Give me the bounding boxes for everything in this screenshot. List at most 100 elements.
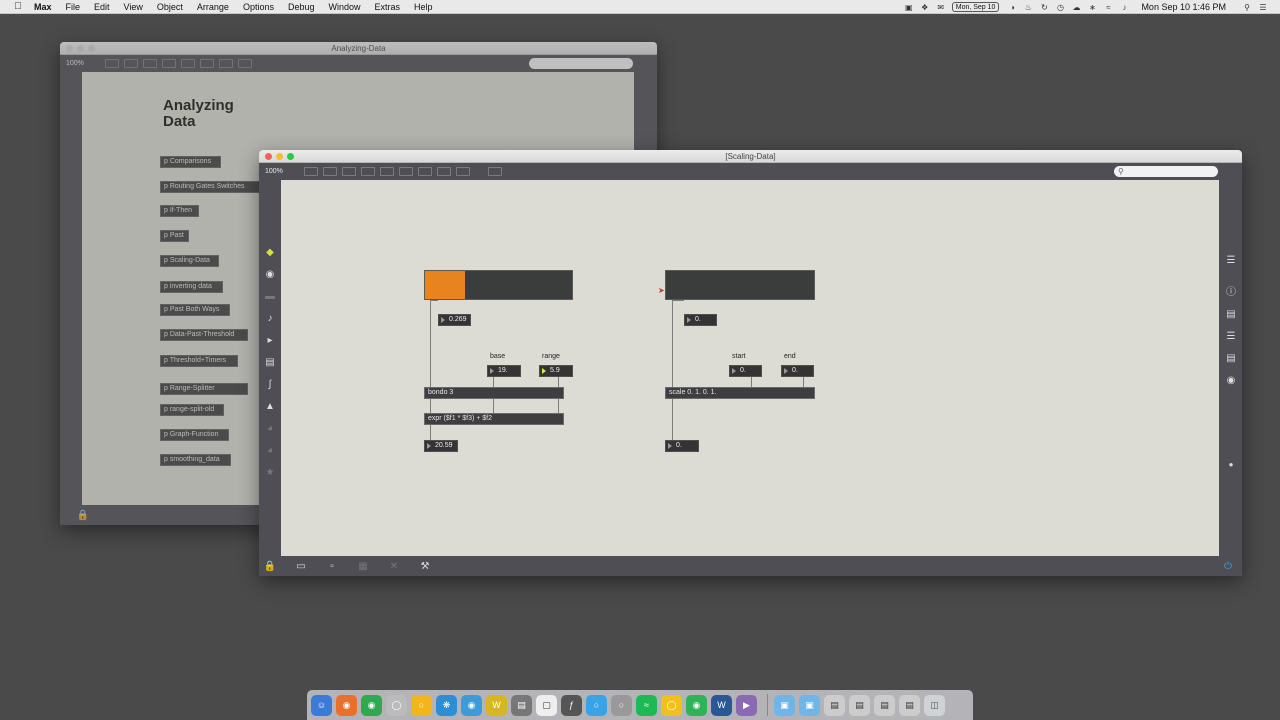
lock-icon[interactable]: 🔒 [75,510,91,521]
volume-icon[interactable]: ♪ [1117,3,1131,12]
front-titlebar[interactable]: [Scaling-Data] [259,150,1242,163]
front-search-input[interactable]: ⚲ [1114,166,1218,177]
gear-icon[interactable] [437,167,451,176]
number-box-end[interactable]: 0. [781,365,814,377]
wifi-icon[interactable]: ≈ [1101,3,1115,12]
grid-icon[interactable]: ▦ [355,561,371,572]
grid-icon[interactable] [380,167,394,176]
presentation-icon[interactable] [105,59,119,68]
paint-bucket-icon[interactable] [488,167,502,176]
safari-icon[interactable]: ❋ [436,694,457,716]
back-titlebar[interactable]: Analyzing-Data [60,42,657,55]
debug-icon[interactable]: ✕ [386,561,402,572]
spotlight-search-icon[interactable]: ⚲ [1240,3,1254,12]
app-menu[interactable]: Max [34,2,52,12]
menu-help[interactable]: Help [414,2,433,12]
target-icon[interactable]: ◉ [259,264,281,286]
chat-icon[interactable]: ▫ [324,561,340,572]
object-expr[interactable]: expr ($f1 * $f3) + $f2 [424,413,564,425]
subpatcher-past-both-ways[interactable]: p Past Both Ways [160,304,230,316]
subpatcher-graph-function[interactable]: p Graph-Function [160,429,229,441]
presentation-mode-icon[interactable]: ▭ [293,561,309,572]
window-preview-icon[interactable]: ▤ [899,694,920,716]
v-icon[interactable]: ◕ [259,418,281,440]
bluetooth-icon[interactable]: ∗ [1085,3,1099,12]
lock-icon[interactable]: 🔒 [262,561,278,572]
wrench-icon[interactable]: ⚒ [417,561,433,572]
scaling-data-window[interactable]: [Scaling-Data] 100% ⚲ ◆ ◉ ▬ ♪ ▸ ▤ ∫ ▲ ◕ … [259,150,1242,576]
menu-arrange[interactable]: Arrange [197,2,229,12]
close-object-icon[interactable] [361,167,375,176]
subpatcher-if-then[interactable]: p If-Then [160,205,199,217]
menu-options[interactable]: Options [243,2,274,12]
input-slider-right[interactable] [665,270,815,300]
subpatcher-threshold-timers[interactable]: p Threshold+Timers [160,355,238,367]
menu-extras[interactable]: Extras [375,2,401,12]
media-icon[interactable]: ▸ [259,330,281,352]
time-machine-icon[interactable]: ◷ [1053,3,1067,12]
lines-icon[interactable]: ☰ [1220,326,1242,348]
dropbox-icon[interactable]: ❖ [918,3,932,12]
back-zoom-menu[interactable]: 100% [66,60,100,67]
slider-icon[interactable]: ▬ [259,286,281,308]
power-icon[interactable]: ⏻ [1220,561,1236,572]
number-box-start[interactable]: 0. [729,365,762,377]
info-icon[interactable]: ⓘ [1220,282,1242,304]
subpatcher-routing-gates-switches[interactable]: p Routing Gates Switches [160,181,261,193]
chat-app-icon[interactable]: ○ [611,694,632,716]
menu-view[interactable]: View [124,2,143,12]
align-icon[interactable] [200,59,214,68]
subpatcher-smoothing-data[interactable]: p smoothing_data [160,454,231,466]
downloads-folder-icon[interactable]: ▣ [774,694,795,716]
firefox-icon[interactable]: ◉ [336,694,357,716]
music-note-icon[interactable]: ♪ [259,308,281,330]
number-box-output-right[interactable]: 0. [665,440,699,452]
folder-icon[interactable]: ▣ [799,694,820,716]
word-icon[interactable]: W [711,694,732,716]
menu-window[interactable]: Window [329,2,361,12]
front-zoom-menu[interactable]: 100% [265,168,299,175]
menu-file[interactable]: File [66,2,81,12]
notification-center-icon[interactable]: ☰ [1256,3,1270,12]
lightbulb-icon[interactable]: ◯ [661,694,682,716]
half-circle-icon[interactable]: ◑ [1005,3,1019,12]
subpatcher-inverting-data[interactable]: p inverting data [160,281,223,293]
patcher-canvas[interactable]: 0.269 base range 19. 5.9 bondo 3 expr ($… [281,180,1219,556]
input-slider-left[interactable] [424,270,573,300]
subpatcher-past[interactable]: p Past [160,230,189,242]
comment-icon[interactable] [143,59,157,68]
finder-icon[interactable]: ☺ [311,694,332,716]
subpatcher-data-past-threshold[interactable]: p Data-Past-Threshold [160,329,248,341]
snap-icon[interactable] [418,167,432,176]
gear-icon[interactable] [219,59,233,68]
opera-icon[interactable]: ◯ [386,694,407,716]
back-search-input[interactable] [529,58,633,69]
book-icon[interactable]: ▤ [1220,304,1242,326]
new-object-icon[interactable] [124,59,138,68]
number-box-base[interactable]: 19. [487,365,521,377]
number-box-output-left[interactable]: 20.59 [424,440,458,452]
subpatcher-comparisons[interactable]: p Comparisons [160,156,221,168]
date-badge[interactable]: Mon, Sep 10 [951,2,1000,12]
camera-icon[interactable]: ◉ [1220,370,1242,392]
document-icon[interactable]: ▢ [536,694,557,716]
messages-icon[interactable]: ○ [586,694,607,716]
reference-book-icon[interactable]: ▤ [1220,348,1242,370]
window-preview-icon[interactable]: ▤ [824,694,845,716]
trash-icon[interactable]: ◫ [924,694,945,716]
spotify-icon[interactable]: ≈ [636,694,657,716]
number-box-slider-value[interactable]: 0.269 [438,314,471,326]
chrome-icon[interactable]: ◉ [361,694,382,716]
screen-record-icon[interactable]: ▣ [902,3,916,12]
menu-object[interactable]: Object [157,2,183,12]
evernote-icon[interactable]: ◉ [686,694,707,716]
subpatcher-range-split-old[interactable]: p range-split-old [160,404,224,416]
apple-menu-icon[interactable]:  [12,1,24,12]
browser-icon[interactable]: ◉ [461,694,482,716]
volume-slider-icon[interactable]: ● [1220,454,1242,476]
cloud-icon[interactable]: ☁ [1069,3,1083,12]
w-app-icon[interactable]: W [486,694,507,716]
window-preview-icon[interactable]: ▤ [874,694,895,716]
plus-icon[interactable] [456,167,470,176]
align-icon[interactable] [399,167,413,176]
